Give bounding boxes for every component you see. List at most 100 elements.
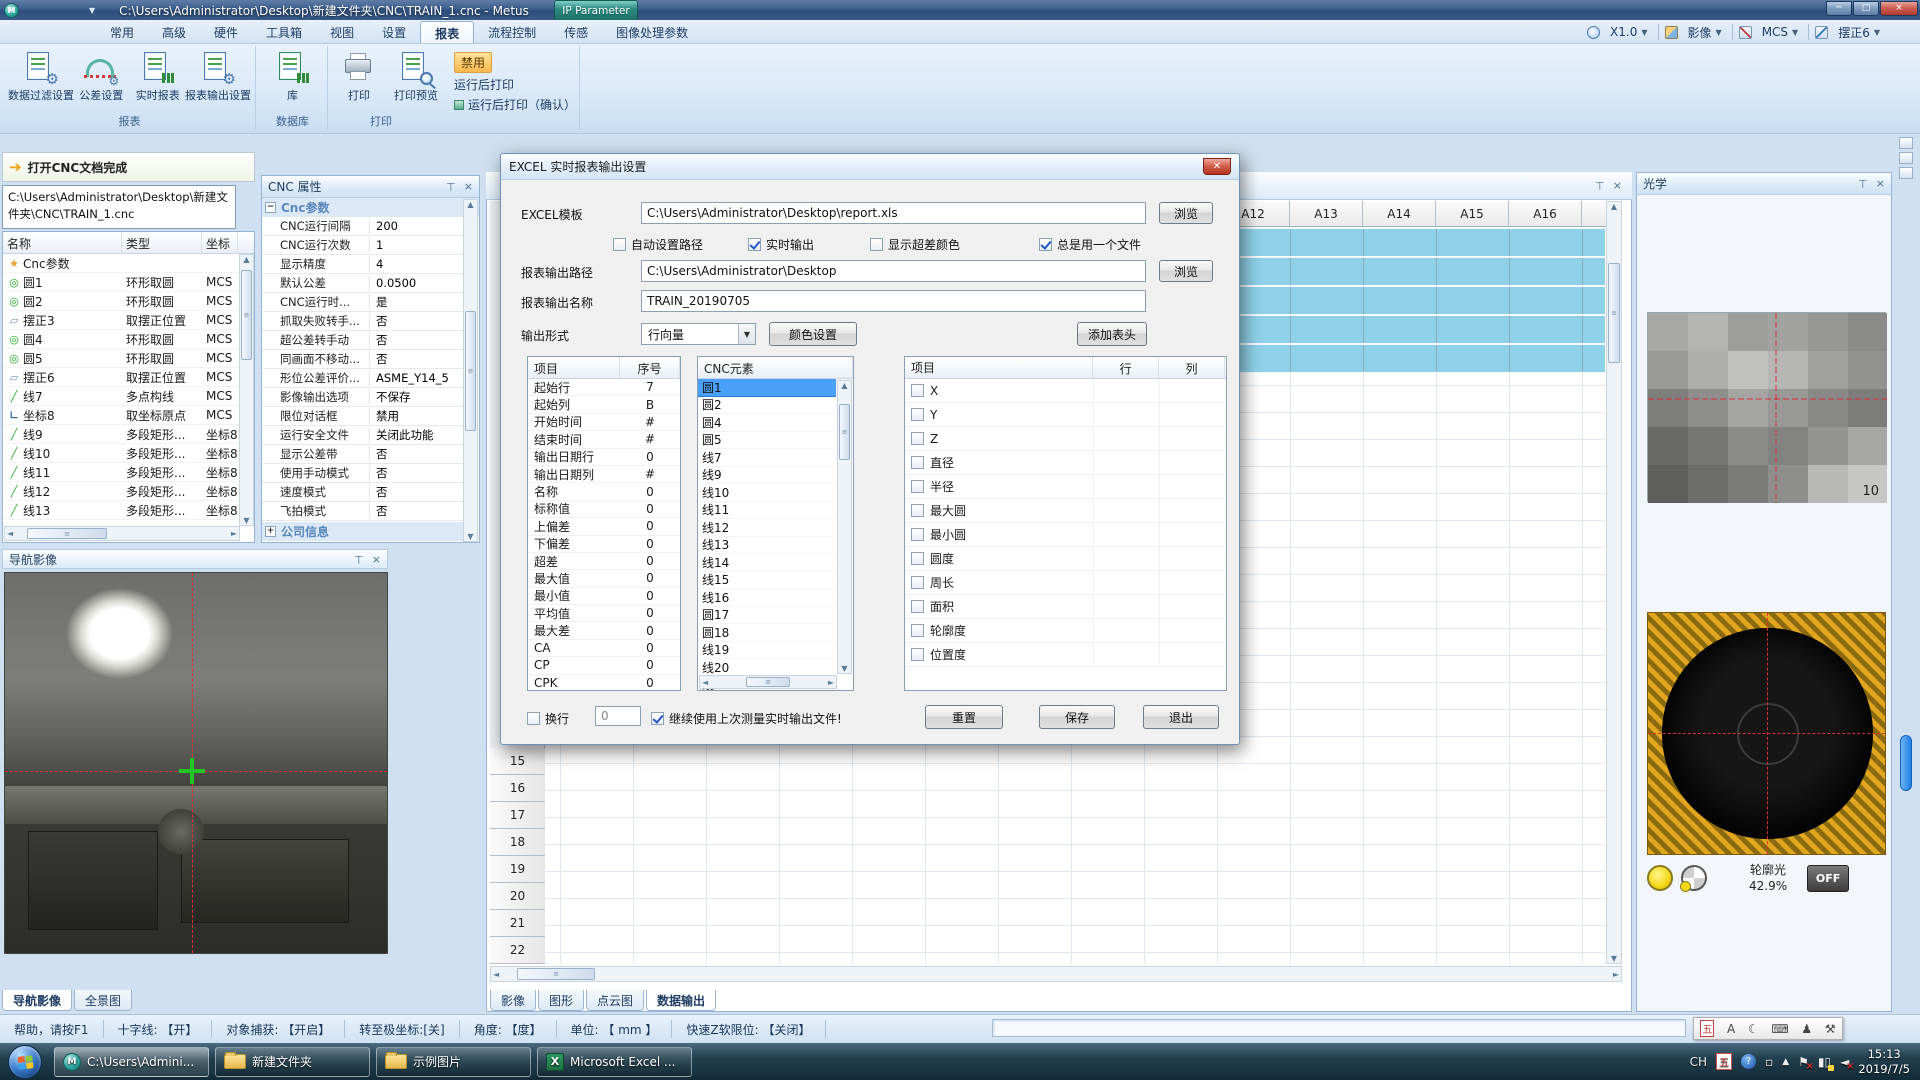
output-item-row[interactable]: 起始行7 xyxy=(528,379,680,396)
output-item-row[interactable]: CPK0 xyxy=(528,675,680,691)
tree-vertical-scrollbar[interactable]: ▲≡▼ xyxy=(239,254,254,526)
optics-part-image[interactable] xyxy=(1647,612,1886,855)
wrap-line-checkbox[interactable]: 换行 xyxy=(527,710,569,727)
measure-item-row[interactable]: Y xyxy=(905,403,1226,427)
tree-row[interactable]: 线12 多段矩形... 坐标8 xyxy=(3,482,254,501)
alignment-dropdown[interactable]: 摆正6▼ xyxy=(1834,24,1884,41)
status-item[interactable]: 角度: 【度】 xyxy=(460,1021,556,1038)
tree-row[interactable]: 线10 多段矩形... 坐标8 xyxy=(3,444,254,463)
cnc-element-item[interactable]: 线7 xyxy=(698,449,836,467)
minimize-button[interactable]: ─ xyxy=(1826,1,1852,16)
sheet-row-header[interactable]: 15 xyxy=(490,748,545,775)
close-panel-icon[interactable]: × xyxy=(1876,177,1885,190)
zoom-level-dropdown[interactable]: X1.0▼ xyxy=(1606,25,1651,39)
property-group-cnc[interactable]: − Cnc参数 xyxy=(262,198,479,217)
ribbon-button[interactable]: 实时报表 xyxy=(131,48,186,114)
close-panel-icon[interactable]: × xyxy=(464,180,473,193)
dock-tool-icon[interactable] xyxy=(1899,167,1913,179)
col-col[interactable]: 列 xyxy=(1159,357,1225,378)
ribbon-tab[interactable]: 视图 xyxy=(316,21,368,43)
output-path-input[interactable] xyxy=(641,260,1146,282)
sheet-column-header[interactable]: A13 xyxy=(1290,201,1363,227)
dialog-close-button[interactable]: ✕ xyxy=(1203,158,1231,175)
elements-horizontal-scrollbar[interactable]: ◄≡► xyxy=(699,675,837,689)
property-row[interactable]: 限位对话框禁用 xyxy=(262,407,465,426)
color-settings-button[interactable]: 颜色设置 xyxy=(769,322,857,346)
ribbon-tab[interactable]: 高级 xyxy=(148,21,200,43)
cnc-element-item[interactable]: 线13 xyxy=(698,537,836,555)
output-item-row[interactable]: 上偏差0 xyxy=(528,518,680,535)
ribbon-button[interactable]: ⚙ 数据过滤设置 xyxy=(10,48,72,114)
tree-row[interactable]: 圆4 环形取圆 MCS xyxy=(3,330,254,349)
language-indicator[interactable]: CH xyxy=(1690,1055,1707,1069)
volume-muted-icon[interactable]: ◄ xyxy=(1840,1055,1849,1069)
side-slider[interactable] xyxy=(1900,735,1912,791)
col-type[interactable]: 类型 xyxy=(122,232,202,253)
measure-item-row[interactable]: 直径 xyxy=(905,451,1226,475)
measure-item-checkbox[interactable] xyxy=(911,528,924,541)
ribbon-tab[interactable]: 图像处理参数 xyxy=(602,21,702,43)
ribbon-button-library[interactable]: 库 xyxy=(264,48,321,114)
ribbon-tab[interactable]: 报表 xyxy=(420,21,474,43)
output-item-row[interactable]: 输出日期行0 xyxy=(528,449,680,466)
flag-action-center-icon[interactable]: ⚑ xyxy=(1798,1055,1809,1069)
dock-tool-icon[interactable] xyxy=(1899,152,1913,164)
output-item-row[interactable]: 最小值0 xyxy=(528,588,680,605)
measure-item-checkbox[interactable] xyxy=(911,600,924,613)
output-item-row[interactable]: 名称0 xyxy=(528,483,680,500)
close-button[interactable]: × xyxy=(1880,1,1918,16)
measure-item-checkbox[interactable] xyxy=(911,456,924,469)
status-item[interactable]: 十字线: 【开】 xyxy=(104,1021,212,1038)
sheet-column-header[interactable]: A17 xyxy=(1582,201,1606,227)
cnc-element-item[interactable]: 线12 xyxy=(698,519,836,537)
sheet-row-header[interactable]: 16 xyxy=(490,775,545,802)
pin-icon[interactable]: ⊥ xyxy=(354,553,364,566)
col-cs[interactable]: 坐标 xyxy=(202,232,238,253)
cnc-element-item[interactable]: 圆1 xyxy=(698,379,836,397)
property-row[interactable]: 显示精度4 xyxy=(262,255,465,274)
measure-item-checkbox[interactable] xyxy=(911,576,924,589)
print-preview-button[interactable]: 打印预览 xyxy=(384,48,448,114)
measure-item-checkbox[interactable] xyxy=(911,624,924,637)
restore-tray-icon[interactable]: ▫ xyxy=(1765,1055,1773,1069)
sheet-column-header[interactable]: A15 xyxy=(1436,201,1509,227)
show-hidden-icons[interactable]: ▲ xyxy=(1782,1057,1789,1067)
ime-icon[interactable]: 五 xyxy=(1700,1020,1714,1037)
user-icon[interactable]: ♟ xyxy=(1801,1022,1812,1036)
cnc-element-item[interactable]: 线15 xyxy=(698,572,836,590)
output-name-input[interactable] xyxy=(641,290,1146,312)
sheet-tab[interactable]: 影像 xyxy=(490,990,536,1011)
measure-item-row[interactable]: Z xyxy=(905,427,1226,451)
output-item-row[interactable]: 最大差0 xyxy=(528,622,680,639)
sheet-row-header[interactable]: 20 xyxy=(490,883,545,910)
status-item[interactable]: 帮助，请按F1 xyxy=(0,1021,103,1038)
sheet-horizontal-scrollbar[interactable]: ◄≡► xyxy=(490,966,1622,982)
print-button[interactable]: 打印 xyxy=(336,48,382,114)
sector-light-icon[interactable] xyxy=(1681,865,1707,891)
sheet-row-header[interactable]: 19 xyxy=(490,856,545,883)
context-tab-ip-parameter[interactable]: IP Parameter xyxy=(554,0,638,20)
col-index[interactable]: 序号 xyxy=(620,357,680,378)
clock[interactable]: 15:13 2019/7/5 xyxy=(1858,1047,1910,1077)
maximize-button[interactable]: ▢ xyxy=(1853,1,1879,16)
cnc-element-item[interactable]: 圆4 xyxy=(698,414,836,432)
cnc-element-item[interactable]: 线11 xyxy=(698,502,836,520)
print-disable-option[interactable]: 禁用 xyxy=(454,52,492,73)
dropdown-arrow-icon[interactable]: ▼ xyxy=(738,324,755,344)
output-item-row[interactable]: 输出日期列# xyxy=(528,466,680,483)
property-group-company[interactable]: + 公司信息 xyxy=(262,522,465,541)
property-row[interactable]: 飞拍模式否 xyxy=(262,502,465,521)
property-row[interactable]: 同画面不移动...否 xyxy=(262,350,465,369)
template-browse-button[interactable]: 浏览 xyxy=(1159,202,1213,224)
sheet-row-header[interactable]: 18 xyxy=(490,829,545,856)
measure-item-checkbox[interactable] xyxy=(911,480,924,493)
output-item-row[interactable]: 开始时间# xyxy=(528,414,680,431)
close-panel-icon[interactable]: × xyxy=(372,553,381,566)
sheet-vertical-scrollbar[interactable]: ▲≡▼ xyxy=(1606,201,1622,964)
continue-last-file-checkbox[interactable]: 继续使用上次测量实时输出文件! xyxy=(651,710,842,727)
ribbon-tab[interactable]: 设置 xyxy=(368,21,420,43)
punctuation-icon[interactable]: ☾ xyxy=(1748,1022,1759,1036)
taskbar-button[interactable]: 示例图片 xyxy=(376,1047,531,1077)
tree-row[interactable]: 线13 多段矩形... 坐标8 xyxy=(3,501,254,520)
tree-row[interactable]: 摆正6 取摆正位置 MCS xyxy=(3,368,254,387)
